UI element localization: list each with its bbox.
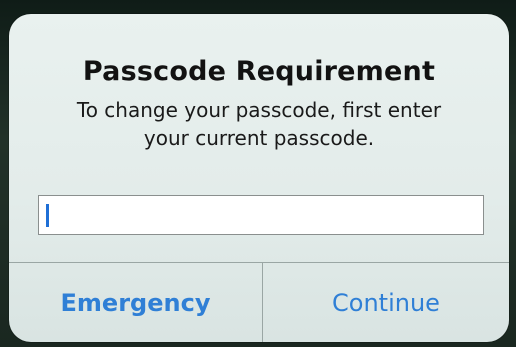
- alert-message: To change your passcode, first enter you…: [39, 96, 479, 152]
- passcode-alert-dialog: Passcode Requirement To change your pass…: [9, 14, 509, 342]
- alert-message-line-1: To change your passcode, first enter: [76, 98, 442, 122]
- alert-message-line-2: your current passcode.: [143, 126, 375, 150]
- passcode-input[interactable]: [38, 195, 484, 235]
- alert-title: Passcode Requirement: [82, 56, 436, 87]
- emergency-button[interactable]: Emergency: [9, 263, 262, 342]
- text-cursor: [46, 204, 49, 227]
- continue-button[interactable]: Continue: [263, 263, 509, 342]
